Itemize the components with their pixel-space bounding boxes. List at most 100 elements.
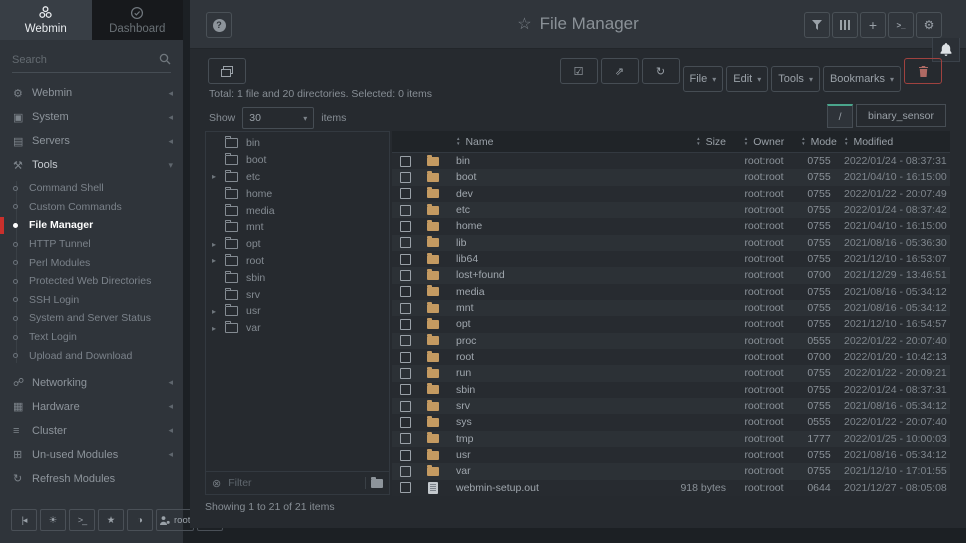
favorite-star-icon[interactable]: ☆ <box>517 14 531 34</box>
table-row[interactable]: tmp root:root 1777 2022/01/25 - 10:00:03 <box>392 431 950 447</box>
sidebar-subitem[interactable]: Custom Commands <box>0 198 183 217</box>
table-row[interactable]: home root:root 0755 2021/04/10 - 16:15:0… <box>392 218 950 234</box>
settings-button[interactable]: ⚙ <box>916 12 942 38</box>
add-button[interactable]: + <box>860 12 886 38</box>
brightness-button[interactable]: ☀ <box>40 509 66 531</box>
table-row[interactable]: boot root:root 0755 2021/04/10 - 16:15:0… <box>392 169 950 185</box>
tree-item[interactable]: sbin <box>206 269 389 286</box>
folder-select-icon[interactable] <box>371 479 383 488</box>
table-row[interactable]: mnt root:root 0755 2021/08/16 - 05:34:12 <box>392 300 950 316</box>
expand-arrow-icon[interactable]: ▸ <box>212 256 225 265</box>
row-checkbox[interactable] <box>400 237 411 248</box>
collapse-sidebar-button[interactable]: |◂ <box>11 509 37 531</box>
table-row[interactable]: root root:root 0700 2022/01/20 - 10:42:1… <box>392 349 950 365</box>
user-button[interactable]: root <box>156 509 194 531</box>
expand-arrow-icon[interactable]: ▸ <box>212 307 225 316</box>
table-row[interactable]: webmin-setup.out 918 bytes root:root 064… <box>392 480 950 496</box>
toolbar-menu-button[interactable]: File ▾ <box>683 66 724 92</box>
table-row[interactable]: sys root:root 0555 2022/01/22 - 20:07:40 <box>392 414 950 430</box>
help-button[interactable]: ? <box>206 12 232 38</box>
toolbar-menu-button[interactable]: Edit ▾ <box>726 66 768 92</box>
table-row[interactable]: dev root:root 0755 2022/01/22 - 20:07:49 <box>392 186 950 202</box>
column-header-name[interactable]: Name <box>448 136 648 148</box>
sidebar-item[interactable]: ≡ Cluster ◂ <box>0 419 183 443</box>
row-checkbox[interactable] <box>400 466 411 477</box>
sidebar-subitem[interactable]: Text Login <box>0 328 183 347</box>
row-checkbox[interactable] <box>400 270 411 281</box>
row-checkbox[interactable] <box>400 433 411 444</box>
export-button[interactable]: ⇗ <box>601 58 639 84</box>
favorites-button[interactable]: ★ <box>98 509 124 531</box>
theme-button[interactable]: ◑ <box>127 509 153 531</box>
table-row[interactable]: lib64 root:root 0755 2021/12/10 - 16:53:… <box>392 251 950 267</box>
tree-item[interactable]: bin <box>206 135 389 152</box>
sidebar-subitem[interactable]: SSH Login <box>0 291 183 310</box>
table-row[interactable]: lib root:root 0755 2021/08/16 - 05:36:30 <box>392 235 950 251</box>
table-row[interactable]: etc root:root 0755 2022/01/24 - 08:37:42 <box>392 202 950 218</box>
column-header-owner[interactable]: Owner <box>732 136 796 148</box>
row-checkbox[interactable] <box>400 188 411 199</box>
column-header-modified[interactable]: Modified <box>842 136 950 148</box>
row-checkbox[interactable] <box>400 221 411 232</box>
breadcrumb-host-button[interactable]: binary_sensor <box>856 104 946 127</box>
sidebar-item[interactable]: ▤ Servers ◂ <box>0 129 183 153</box>
sidebar-subitem[interactable]: File Manager <box>0 216 183 235</box>
sidebar-item[interactable]: ▣ System ◂ <box>0 105 183 129</box>
columns-button[interactable] <box>832 12 858 38</box>
sidebar-item[interactable]: ⚒ Tools ▾ <box>0 153 183 177</box>
select-all-button[interactable]: ☑ <box>560 58 598 84</box>
sidebar-subitem[interactable]: Protected Web Directories <box>0 272 183 291</box>
row-checkbox[interactable] <box>400 205 411 216</box>
sidebar-item[interactable]: ⊞ Un-used Modules ◂ <box>0 443 183 467</box>
sidebar-subitem[interactable]: Upload and Download <box>0 346 183 365</box>
toolbar-menu-button[interactable]: Bookmarks ▾ <box>823 66 901 92</box>
column-header-mode[interactable]: Mode <box>796 136 842 148</box>
table-row[interactable]: run root:root 0755 2022/01/22 - 20:09:21 <box>392 365 950 381</box>
row-checkbox[interactable] <box>400 319 411 330</box>
table-row[interactable]: opt root:root 0755 2021/12/10 - 16:54:57 <box>392 316 950 332</box>
table-row[interactable]: var root:root 0755 2021/12/10 - 17:01:55 <box>392 463 950 479</box>
tab-webmin[interactable]: Webmin <box>0 0 92 40</box>
row-checkbox[interactable] <box>400 450 411 461</box>
expand-arrow-icon[interactable]: ▸ <box>212 172 225 181</box>
tree-item[interactable]: ▸ var <box>206 320 389 337</box>
table-row[interactable]: bin root:root 0755 2022/01/24 - 08:37:31 <box>392 153 950 169</box>
row-checkbox[interactable] <box>400 303 411 314</box>
row-checkbox[interactable] <box>400 368 411 379</box>
row-checkbox[interactable] <box>400 482 411 493</box>
expand-arrow-icon[interactable]: ▸ <box>212 240 225 249</box>
row-checkbox[interactable] <box>400 286 411 297</box>
sidebar-subitem[interactable]: System and Server Status <box>0 309 183 328</box>
row-checkbox[interactable] <box>400 401 411 412</box>
sidebar-subitem[interactable]: Command Shell <box>0 179 183 198</box>
row-checkbox[interactable] <box>400 352 411 363</box>
table-row[interactable]: usr root:root 0755 2021/08/16 - 05:34:12 <box>392 447 950 463</box>
filter-input[interactable] <box>226 476 360 490</box>
table-row[interactable]: srv root:root 0755 2021/08/16 - 05:34:12 <box>392 398 950 414</box>
row-checkbox[interactable] <box>400 156 411 167</box>
items-per-page-select[interactable]: 30 ▾ <box>242 107 314 129</box>
table-row[interactable]: sbin root:root 0755 2022/01/24 - 08:37:3… <box>392 382 950 398</box>
column-header-size[interactable]: Size <box>648 136 732 148</box>
tree-item[interactable]: mnt <box>206 219 389 236</box>
toolbar-menu-button[interactable]: Tools ▾ <box>771 66 820 92</box>
breadcrumb-root-button[interactable]: / <box>827 104 853 128</box>
row-checkbox[interactable] <box>400 254 411 265</box>
row-checkbox[interactable] <box>400 172 411 183</box>
table-row[interactable]: media root:root 0755 2021/08/16 - 05:34:… <box>392 284 950 300</box>
refresh-button[interactable]: ↻ <box>642 58 680 84</box>
filter-button[interactable] <box>804 12 830 38</box>
expand-arrow-icon[interactable]: ▸ <box>212 324 225 333</box>
sidebar-subitem[interactable]: Perl Modules <box>0 253 183 272</box>
row-checkbox[interactable] <box>400 335 411 346</box>
table-row[interactable]: proc root:root 0555 2022/01/22 - 20:07:4… <box>392 333 950 349</box>
tree-item[interactable]: media <box>206 202 389 219</box>
sidebar-item[interactable]: ☍ Networking ◂ <box>0 371 183 395</box>
terminal-button[interactable]: >_ <box>888 12 914 38</box>
tree-item[interactable]: ▸ usr <box>206 303 389 320</box>
trash-button[interactable] <box>904 58 942 84</box>
row-checkbox[interactable] <box>400 384 411 395</box>
tree-item[interactable]: ▸ opt <box>206 236 389 253</box>
tree-item[interactable]: srv <box>206 286 389 303</box>
sidebar-item[interactable]: ↻ Refresh Modules <box>0 467 183 491</box>
